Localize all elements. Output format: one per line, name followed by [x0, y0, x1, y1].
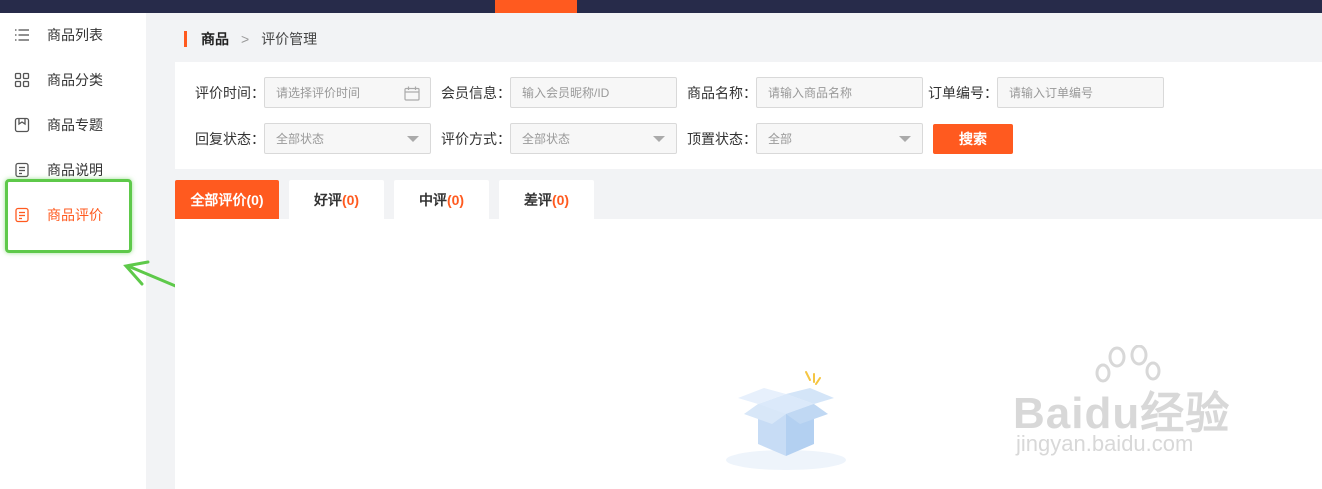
order-no-label: 订单编号： — [928, 84, 998, 101]
order-no-input[interactable]: 请输入订单编号 — [997, 77, 1164, 108]
tab-neutral-reviews[interactable]: 中评 (0) — [394, 180, 489, 219]
empty-box-icon — [726, 371, 846, 470]
watermark-url: jingyan.baidu.com — [1016, 431, 1194, 456]
tab-label: 差评 — [523, 191, 552, 208]
member-info-filter: 会员信息： — [441, 77, 511, 108]
chevron-down-icon — [407, 136, 419, 142]
review-time-filter: 评价时间： — [195, 77, 265, 108]
review-time-input[interactable]: 请选择评价时间 — [264, 77, 431, 108]
review-method-label: 评价方式： — [441, 130, 511, 147]
tab-positive-reviews[interactable]: 好评 (0) — [289, 180, 384, 219]
product-name-placeholder: 请输入商品名称 — [768, 86, 853, 100]
product-name-filter: 商品名称： — [687, 77, 757, 108]
review-method-filter: 评价方式： — [441, 123, 511, 154]
breadcrumb-accent-bar — [184, 31, 187, 47]
tab-count: (0) — [551, 191, 570, 208]
breadcrumb-level1[interactable]: 商品 — [201, 29, 229, 49]
pin-status-label: 顶置状态： — [687, 130, 757, 147]
review-method-value: 全部状态 — [522, 132, 571, 146]
reply-status-filter: 回复状态： — [195, 123, 265, 154]
tab-label: 好评 — [313, 191, 342, 208]
member-info-label: 会员信息： — [441, 84, 511, 101]
tab-label: 中评 — [418, 191, 447, 208]
calendar-icon[interactable] — [404, 86, 420, 104]
search-button[interactable]: 搜索 — [933, 124, 1013, 154]
review-method-select[interactable]: 全部状态 — [510, 123, 677, 154]
tab-label: 全部评价 — [190, 191, 247, 208]
tab-count: (0) — [446, 191, 465, 208]
reply-status-value: 全部状态 — [276, 132, 325, 146]
review-time-placeholder: 请选择评价时间 — [276, 86, 361, 100]
reply-status-label: 回复状态： — [195, 130, 265, 147]
product-name-input[interactable]: 请输入商品名称 — [756, 77, 923, 108]
pin-status-value: 全部 — [768, 132, 793, 146]
breadcrumb-separator: > — [241, 31, 250, 47]
review-time-label: 评价时间： — [195, 84, 265, 101]
order-no-filter: 订单编号： — [928, 77, 998, 108]
tab-negative-reviews[interactable]: 差评 (0) — [499, 180, 594, 219]
order-no-placeholder: 请输入订单编号 — [1009, 86, 1094, 100]
reply-status-select[interactable]: 全部状态 — [264, 123, 431, 154]
tab-all-reviews[interactable]: 全部评价 (0) — [175, 180, 279, 219]
member-info-input[interactable]: 输入会员昵称/ID — [510, 77, 677, 108]
member-info-placeholder: 输入会员昵称/ID — [522, 86, 610, 100]
pin-status-filter: 顶置状态： — [687, 123, 757, 154]
tab-count: (0) — [246, 191, 264, 208]
chevron-down-icon — [653, 136, 665, 142]
breadcrumb: 商品 > 评价管理 — [184, 30, 317, 48]
breadcrumb-level2: 评价管理 — [261, 31, 318, 47]
tab-count: (0) — [341, 191, 360, 208]
pin-status-select[interactable]: 全部 — [756, 123, 923, 154]
chevron-down-icon — [899, 136, 911, 142]
product-name-label: 商品名称： — [687, 84, 757, 101]
